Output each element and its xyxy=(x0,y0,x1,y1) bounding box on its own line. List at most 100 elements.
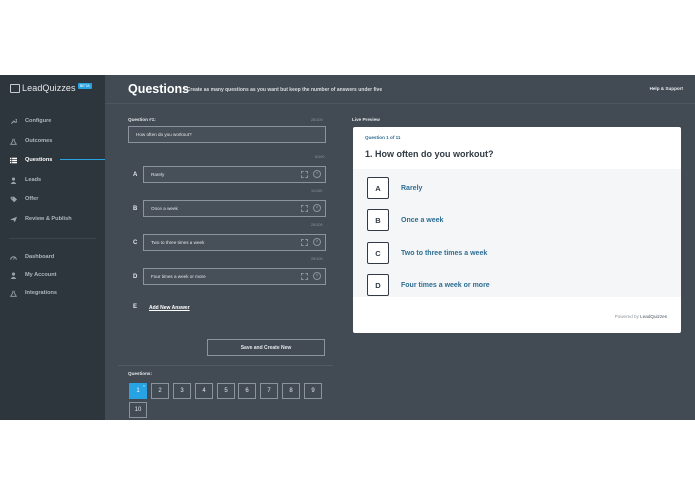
sidebar-item-label: Outcomes xyxy=(25,138,53,144)
answer-char-counter: 11/100 xyxy=(311,189,323,193)
sidebar-item-my-account[interactable]: My Account xyxy=(0,268,105,282)
answer-letter: A xyxy=(133,172,138,178)
answer-input-b[interactable]: Once a week xyxy=(143,200,326,217)
flask-icon xyxy=(9,289,17,297)
powered-by: Powered by LeadQuizzes xyxy=(615,314,667,319)
image-upload-icon[interactable] xyxy=(301,239,308,246)
sidebar-item-outcomes[interactable]: Outcomes xyxy=(0,134,105,148)
answer-input-a[interactable]: Rarely xyxy=(143,166,326,183)
answer-letter-badge: A xyxy=(367,177,389,199)
sidebar-item-label: Offer xyxy=(25,196,39,202)
wrench-icon xyxy=(9,117,17,125)
preview-question-text: 1. How often do you workout? xyxy=(365,149,494,159)
answer-char-counter: 25/100 xyxy=(311,257,323,261)
answer-letter: E xyxy=(133,304,138,310)
answer-letter-badge: B xyxy=(367,209,389,231)
answer-input-d[interactable]: Four times a week or more xyxy=(143,268,326,285)
close-icon[interactable]: × xyxy=(313,238,321,246)
close-icon[interactable]: × xyxy=(313,170,321,178)
question-number-2[interactable]: 2 xyxy=(151,383,169,399)
answer-letter: D xyxy=(133,274,138,280)
sidebar-item-label: Leads xyxy=(25,177,42,183)
question-number-3[interactable]: 3 xyxy=(173,383,191,399)
live-preview-label: Live Preview xyxy=(352,117,380,122)
sidebar-item-leads[interactable]: Leads xyxy=(0,173,105,187)
close-icon[interactable]: × xyxy=(143,384,145,388)
powered-by-brand[interactable]: LeadQuizzes xyxy=(640,314,667,319)
answer-char-counter: 25/100 xyxy=(311,223,323,227)
question-number-6[interactable]: 6 xyxy=(238,383,256,399)
header-divider xyxy=(105,103,695,104)
answer-char-counter: 6/100 xyxy=(315,155,325,159)
preview-question-count: Question 1 of 11 xyxy=(365,135,401,140)
preview-answer-b[interactable]: B Once a week xyxy=(367,208,667,232)
preview-answer-text: Rarely xyxy=(401,184,423,192)
editor-divider xyxy=(118,365,333,366)
sidebar-item-dashboard[interactable]: Dashboard xyxy=(0,250,105,264)
close-icon[interactable]: × xyxy=(313,272,321,280)
logo[interactable]: LeadQuizzes BETA xyxy=(10,82,92,94)
dashboard-icon xyxy=(9,253,17,261)
preview-answer-a[interactable]: A Rarely xyxy=(367,176,667,200)
questions-label: Questions: xyxy=(128,371,152,376)
sidebar-item-label: My Account xyxy=(25,272,57,278)
sidebar-item-label: Review & Publish xyxy=(25,216,72,222)
list-icon xyxy=(9,156,17,164)
flask-icon xyxy=(9,137,17,145)
preview-answer-text: Four times a week or more xyxy=(401,281,490,289)
app-window: LeadQuizzes BETA Configure Outcomes Ques… xyxy=(0,75,695,420)
question-input[interactable]: How often do you workout? xyxy=(128,126,326,143)
sidebar-item-label: Integrations xyxy=(25,290,58,296)
question-label: Question #1: xyxy=(128,117,156,122)
send-icon xyxy=(9,215,17,223)
question-number-5[interactable]: 5 xyxy=(217,383,235,399)
preview-answer-text: Once a week xyxy=(401,216,444,224)
sidebar-item-label: Configure xyxy=(25,118,52,124)
close-icon[interactable]: × xyxy=(313,204,321,212)
answer-letter-badge: D xyxy=(367,274,389,296)
image-upload-icon[interactable] xyxy=(301,273,308,280)
page-title: Questions xyxy=(128,82,190,96)
add-new-answer-link[interactable]: Add New Answer xyxy=(149,305,190,311)
answer-input-c[interactable]: Two to three times a week xyxy=(143,234,326,251)
question-char-counter: 25/100 xyxy=(311,118,323,122)
question-number-8[interactable]: 8 xyxy=(282,383,300,399)
powered-by-prefix: Powered by xyxy=(614,314,639,319)
users-icon xyxy=(9,176,17,184)
answer-letter: B xyxy=(133,206,138,212)
logo-text: LeadQuizzes xyxy=(22,83,76,93)
preview-answer-text: Two to three times a week xyxy=(401,249,488,257)
sidebar-item-label: Questions xyxy=(25,157,53,163)
tag-icon xyxy=(9,195,17,203)
question-number-label: 1 xyxy=(136,388,140,394)
logo-icon xyxy=(10,83,20,93)
preview-answer-d[interactable]: D Four times a week or more xyxy=(367,273,667,297)
preview-card: Question 1 of 11 1. How often do you wor… xyxy=(353,127,681,333)
question-number-7[interactable]: 7 xyxy=(260,383,278,399)
page-header: Questions / Create as many questions as … xyxy=(105,75,695,103)
sidebar-item-questions[interactable]: Questions xyxy=(0,153,105,167)
sidebar-divider xyxy=(9,238,96,239)
question-number-9[interactable]: 9 xyxy=(304,383,322,399)
page-subtitle: / Create as many questions as you want b… xyxy=(184,87,383,93)
preview-answers: A Rarely B Once a week C Two to three ti… xyxy=(353,169,681,297)
help-support-link[interactable]: Help & Support xyxy=(650,86,683,91)
question-number-1[interactable]: 1 × xyxy=(129,383,147,399)
sidebar-item-review-publish[interactable]: Review & Publish xyxy=(0,212,105,226)
save-and-create-new-button[interactable]: Save and Create New xyxy=(207,339,325,356)
sidebar-item-integrations[interactable]: Integrations xyxy=(0,286,105,300)
preview-answer-c[interactable]: C Two to three times a week xyxy=(367,241,667,265)
sidebar-item-label: Dashboard xyxy=(25,254,55,260)
image-upload-icon[interactable] xyxy=(301,205,308,212)
sidebar-item-configure[interactable]: Configure xyxy=(0,114,105,128)
question-number-10[interactable]: 10 xyxy=(129,402,147,418)
image-upload-icon[interactable] xyxy=(301,171,308,178)
answer-letter-badge: C xyxy=(367,242,389,264)
sidebar-item-offer[interactable]: Offer xyxy=(0,192,105,206)
question-number-4[interactable]: 4 xyxy=(195,383,213,399)
user-icon xyxy=(9,271,17,279)
answer-letter: C xyxy=(133,240,138,246)
beta-badge: BETA xyxy=(77,82,92,89)
active-indicator xyxy=(60,159,105,160)
sidebar: LeadQuizzes BETA Configure Outcomes Ques… xyxy=(0,75,105,420)
